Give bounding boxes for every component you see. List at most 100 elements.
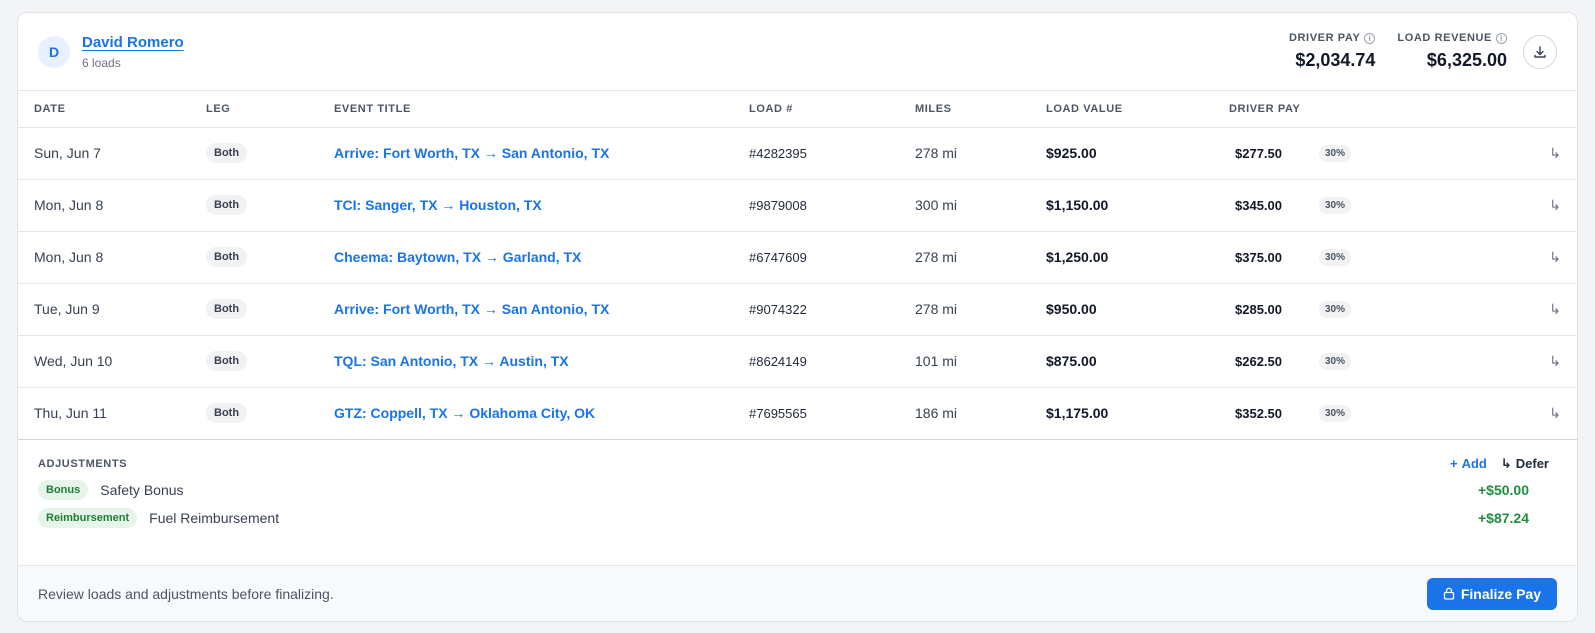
row-date: Tue, Jun 9 (18, 283, 206, 336)
row-miles: 278 mi (915, 231, 1046, 284)
avatar: D (38, 35, 70, 68)
row-load-value: $925.00 (1046, 127, 1229, 180)
table-row[interactable]: Wed, Jun 10 Both TQL: San Antonio, TX → Au… (18, 335, 1577, 388)
row-miles: 186 mi (915, 387, 1046, 440)
row-driver-pay: $345.00 (1235, 197, 1282, 213)
defer-load-button[interactable]: ↳ (1499, 231, 1577, 284)
loads-table: DATE LEG EVENT TITLE LOAD # MILES LOAD V… (18, 91, 1577, 440)
info-icon[interactable]: i (1496, 32, 1507, 44)
footer-note: Review loads and adjustments before fina… (38, 585, 334, 602)
finalize-pay-button[interactable]: Finalize Pay (1426, 577, 1557, 610)
table-row[interactable]: Mon, Jun 8 Both Cheema: Baytown, TX → Garl… (18, 231, 1577, 284)
load-revenue-value: $6,325.00 (1426, 50, 1507, 70)
table-row[interactable]: Sun, Jun 7 Both Arrive: Fort Worth, TX → S… (18, 127, 1577, 180)
row-load-value: $1,175.00 (1046, 387, 1229, 440)
download-button[interactable] (1523, 34, 1557, 69)
defer-load-button[interactable]: ↳ (1499, 179, 1577, 232)
header-driver-pay[interactable]: DRIVER PAY (1229, 91, 1499, 128)
event-title-link[interactable]: Arrive: Fort Worth, TX → San Antonio, TX (334, 145, 609, 161)
return-arrow-icon: ↳ (1549, 352, 1561, 369)
row-date: Thu, Jun 11 (18, 387, 206, 440)
driver-info: David Romero 6 loads (82, 34, 184, 70)
leg-badge: Both (206, 247, 248, 267)
row-date: Mon, Jun 8 (18, 179, 206, 232)
info-icon[interactable]: i (1364, 32, 1376, 44)
leg-badge: Both (206, 195, 248, 215)
leg-badge: Both (206, 299, 248, 319)
load-revenue-label: LOAD REVENUE i (1397, 32, 1507, 44)
header-miles[interactable]: MILES (915, 91, 1046, 128)
pay-percent-badge: 30% (1319, 196, 1352, 214)
header-load-number[interactable]: LOAD # (749, 91, 915, 128)
driver-pay-label: DRIVER PAY i (1289, 32, 1376, 44)
lock-icon (1443, 587, 1454, 600)
row-load-value: $875.00 (1046, 335, 1229, 388)
defer-button[interactable]: ↳ Defer (1501, 456, 1549, 472)
row-miles: 278 mi (915, 127, 1046, 180)
header-event-title[interactable]: EVENT TITLE (334, 91, 749, 128)
header-date[interactable]: DATE (18, 91, 206, 128)
row-driver-pay: $352.50 (1235, 405, 1282, 421)
event-title-link[interactable]: TCI: Sanger, TX → Houston, TX (334, 197, 542, 213)
row-date: Sun, Jun 7 (18, 127, 206, 180)
plus-icon: + (1449, 456, 1458, 471)
pay-percent-badge: 30% (1319, 300, 1352, 318)
adjustments-section: ADJUSTMENTS + Add ↳ Defer Bonus Safety B… (18, 440, 1577, 557)
load-count: 6 loads (82, 55, 121, 70)
pay-percent-badge: 30% (1319, 144, 1352, 162)
driver-pay-value: $2,034.74 (1295, 50, 1376, 70)
load-revenue-stat: LOAD REVENUE i $6,325.00 (1397, 32, 1507, 71)
event-title-link[interactable]: TQL: San Antonio, TX → Austin, TX (334, 353, 569, 369)
adjustment-description: Fuel Reimbursement (149, 509, 280, 526)
row-driver-pay: $277.50 (1235, 145, 1282, 161)
return-arrow-icon: ↳ (1549, 248, 1561, 265)
row-load-value: $1,150.00 (1046, 179, 1229, 232)
adjustment-description: Safety Bonus (100, 481, 184, 498)
table-row[interactable]: Thu, Jun 11 Both GTZ: Coppell, TX → Oklaho… (18, 387, 1577, 440)
defer-load-button[interactable]: ↳ (1499, 335, 1577, 388)
return-arrow-icon: ↳ (1549, 300, 1561, 317)
header-actions (1499, 91, 1577, 128)
adjustment-row[interactable]: Reimbursement Fuel Reimbursement +$87.24 (38, 507, 1557, 528)
adjustment-row[interactable]: Bonus Safety Bonus +$50.00 (38, 479, 1557, 500)
header-leg[interactable]: LEG (206, 91, 334, 128)
table-body: Sun, Jun 7 Both Arrive: Fort Worth, TX → S… (18, 127, 1577, 440)
driver-name-link[interactable]: David Romero (82, 34, 184, 51)
row-load-number: #7695565 (749, 387, 915, 440)
driver-pay-stat: DRIVER PAY i $2,034.74 (1289, 32, 1376, 71)
return-arrow-icon: ↳ (1549, 144, 1561, 161)
header-load-value[interactable]: LOAD VALUE (1046, 91, 1229, 128)
add-adjustment-button[interactable]: + Add (1450, 456, 1487, 471)
row-miles: 101 mi (915, 335, 1046, 388)
card-footer: Review loads and adjustments before fina… (18, 565, 1577, 621)
row-driver-pay: $285.00 (1235, 301, 1282, 317)
adjustment-type-badge: Bonus (38, 479, 89, 500)
return-arrow-icon: ↳ (1549, 196, 1561, 213)
row-miles: 278 mi (915, 283, 1046, 336)
event-title-link[interactable]: Cheema: Baytown, TX → Garland, TX (334, 249, 581, 265)
row-load-number: #8624149 (749, 335, 915, 388)
leg-badge: Both (206, 351, 248, 371)
row-date: Wed, Jun 10 (18, 335, 206, 388)
table-row[interactable]: Mon, Jun 8 Both TCI: Sanger, TX → Houston,… (18, 179, 1577, 232)
row-load-number: #9879008 (749, 179, 915, 232)
row-miles: 300 mi (915, 179, 1046, 232)
table-header-row: DATE LEG EVENT TITLE LOAD # MILES LOAD V… (18, 91, 1577, 128)
pay-percent-badge: 30% (1319, 248, 1352, 266)
defer-load-button[interactable]: ↳ (1499, 283, 1577, 336)
adjustment-amount: +$87.24 (1478, 509, 1529, 526)
card-header: D David Romero 6 loads DRIVER PAY i $2,0… (18, 13, 1577, 91)
adjustment-type-badge: Reimbursement (38, 507, 138, 528)
row-driver-pay: $375.00 (1235, 249, 1282, 265)
event-title-link[interactable]: GTZ: Coppell, TX → Oklahoma City, OK (334, 405, 595, 421)
defer-load-button[interactable]: ↳ (1499, 127, 1577, 180)
return-arrow-icon: ↳ (1500, 455, 1512, 471)
table-row[interactable]: Tue, Jun 9 Both Arrive: Fort Worth, TX → S… (18, 283, 1577, 336)
event-title-link[interactable]: Arrive: Fort Worth, TX → San Antonio, TX (334, 301, 609, 317)
leg-badge: Both (206, 403, 248, 423)
row-driver-pay: $262.50 (1235, 353, 1282, 369)
defer-load-button[interactable]: ↳ (1499, 387, 1577, 440)
pay-percent-badge: 30% (1319, 352, 1352, 370)
adjustments-title: ADJUSTMENTS (38, 457, 128, 470)
row-load-value: $1,250.00 (1046, 231, 1229, 284)
